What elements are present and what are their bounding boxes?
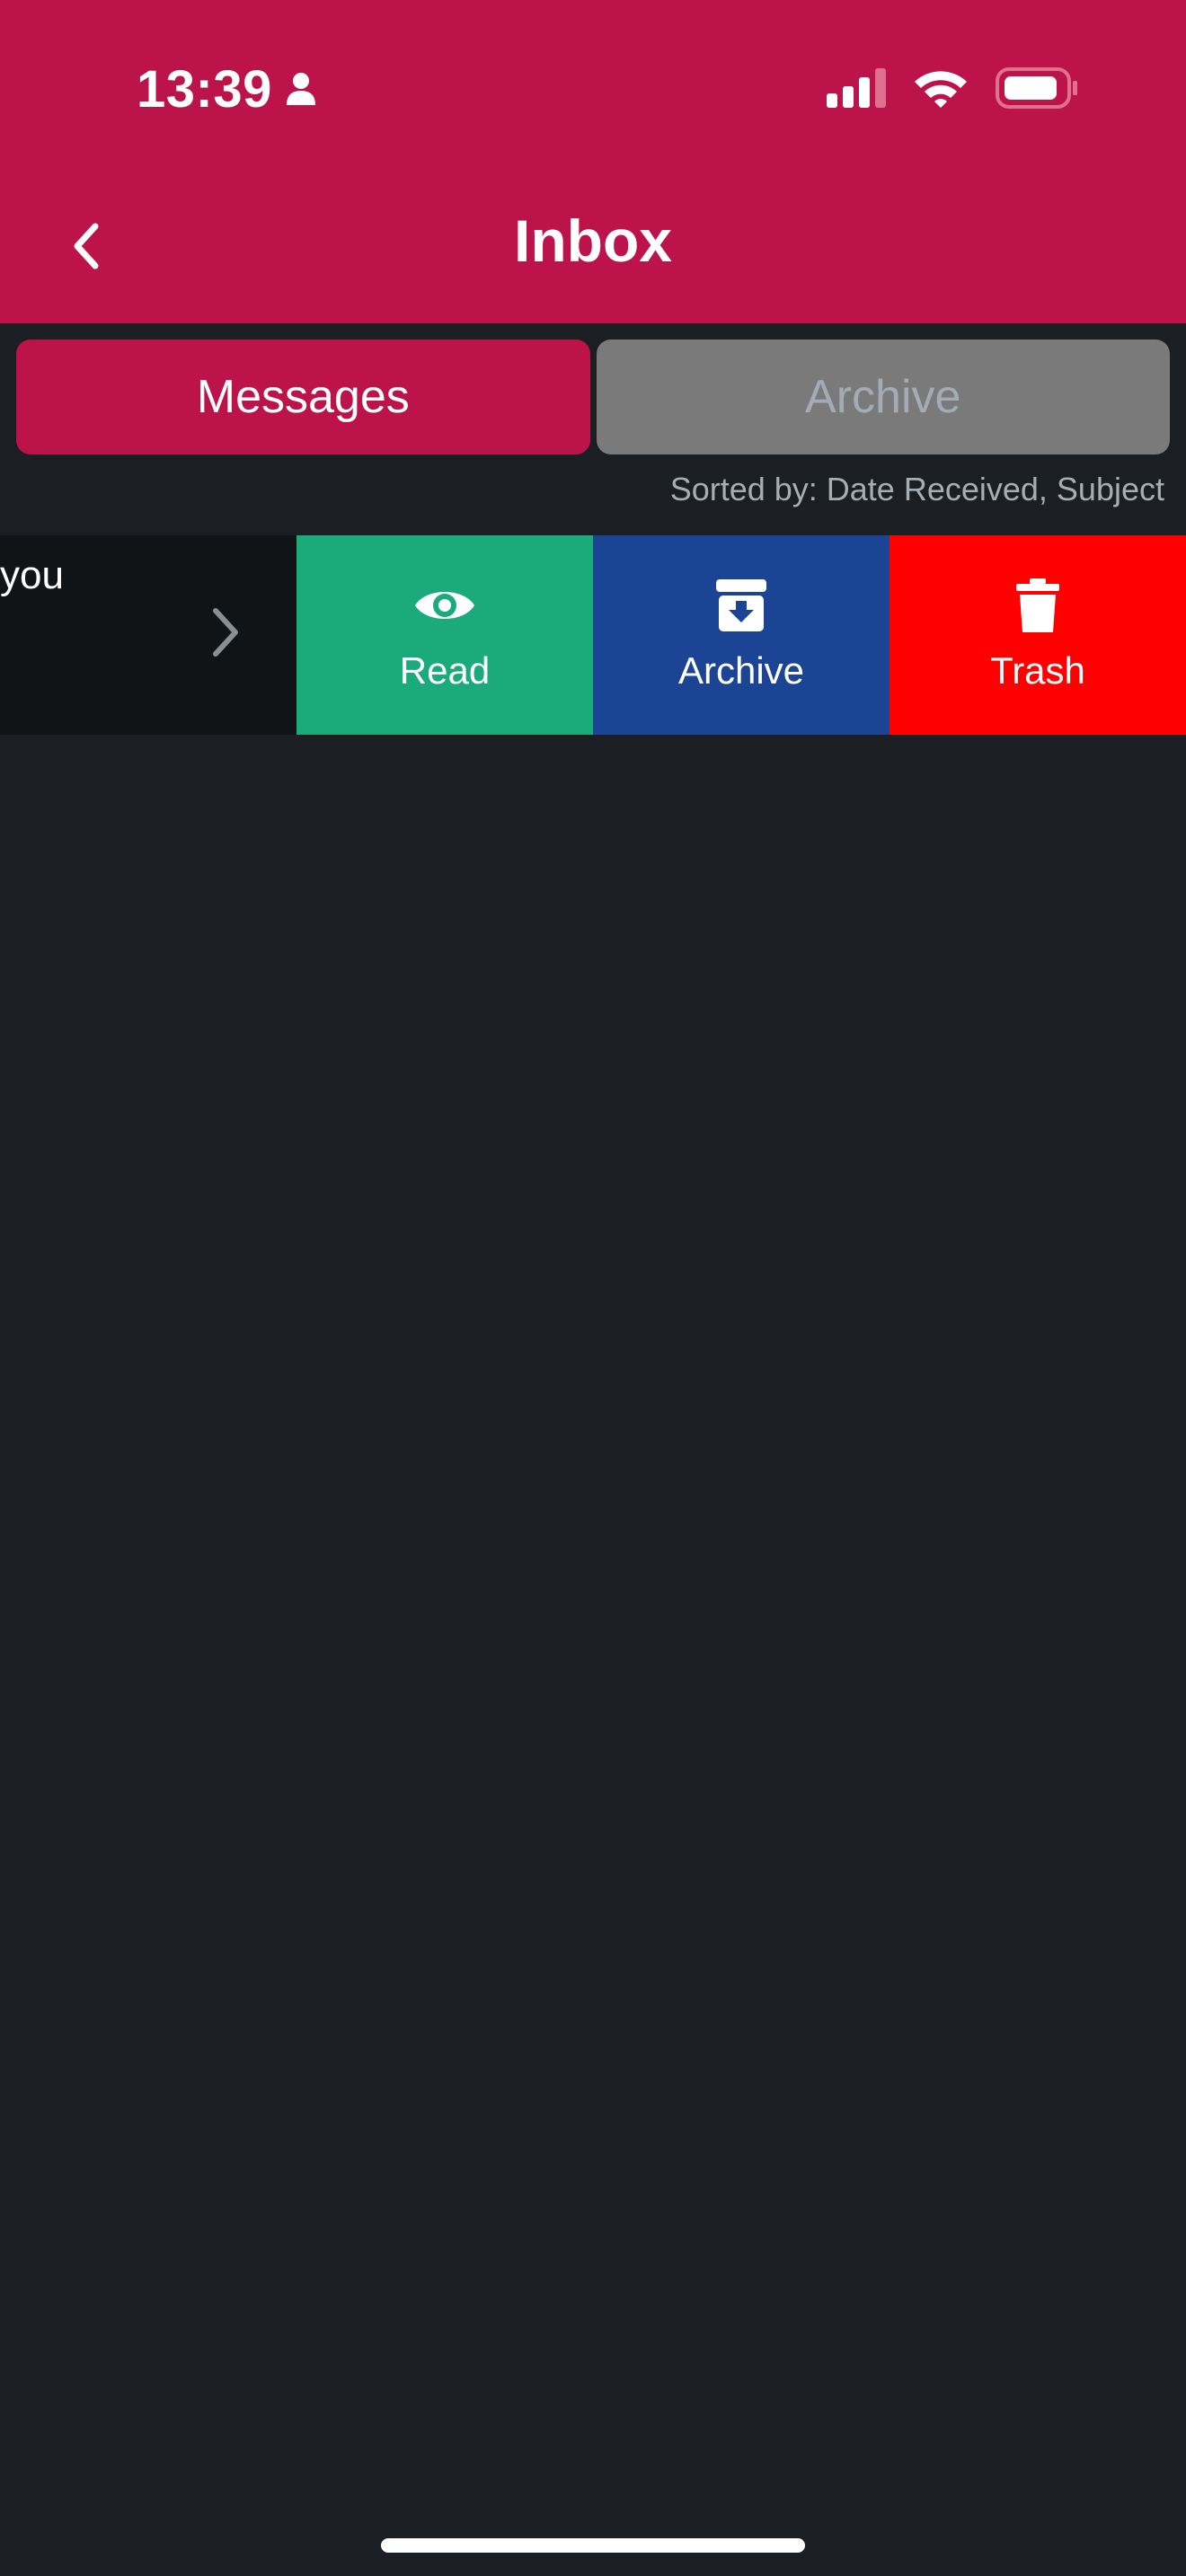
archive-action-button[interactable]: Archive	[593, 535, 890, 735]
page-title: Inbox	[514, 207, 672, 274]
person-icon	[285, 59, 317, 119]
status-time-text: 13:39	[137, 59, 272, 119]
message-snippet: you	[0, 553, 64, 597]
trash-action-button[interactable]: Trash	[890, 535, 1186, 735]
message-row-content[interactable]: you	[0, 535, 296, 735]
status-time: 13:39	[137, 57, 317, 120]
battery-icon	[996, 66, 1078, 113]
archive-action-label: Archive	[677, 649, 805, 692]
tab-archive[interactable]: Archive	[596, 340, 1170, 454]
home-indicator[interactable]	[381, 2538, 805, 2553]
wifi-icon	[913, 67, 969, 113]
cellular-signal-icon	[827, 67, 886, 112]
chevron-right-icon	[205, 604, 248, 661]
trash-action-label: Trash	[990, 649, 1085, 692]
tab-messages[interactable]: Messages	[16, 340, 590, 454]
read-action-label: Read	[399, 649, 491, 692]
read-action-button[interactable]: Read	[296, 535, 593, 735]
inbox-tabs: Messages Archive	[16, 340, 1170, 454]
trash-icon	[1016, 578, 1059, 633]
eye-icon	[413, 578, 476, 633]
status-icons	[827, 65, 1078, 115]
sort-label[interactable]: Sorted by: Date Received, Subject	[670, 471, 1164, 508]
message-row[interactable]: you Read Archive Trash	[0, 535, 1186, 735]
app-header: 13:39 Inbox	[0, 0, 1186, 323]
archive-box-icon	[716, 578, 766, 633]
